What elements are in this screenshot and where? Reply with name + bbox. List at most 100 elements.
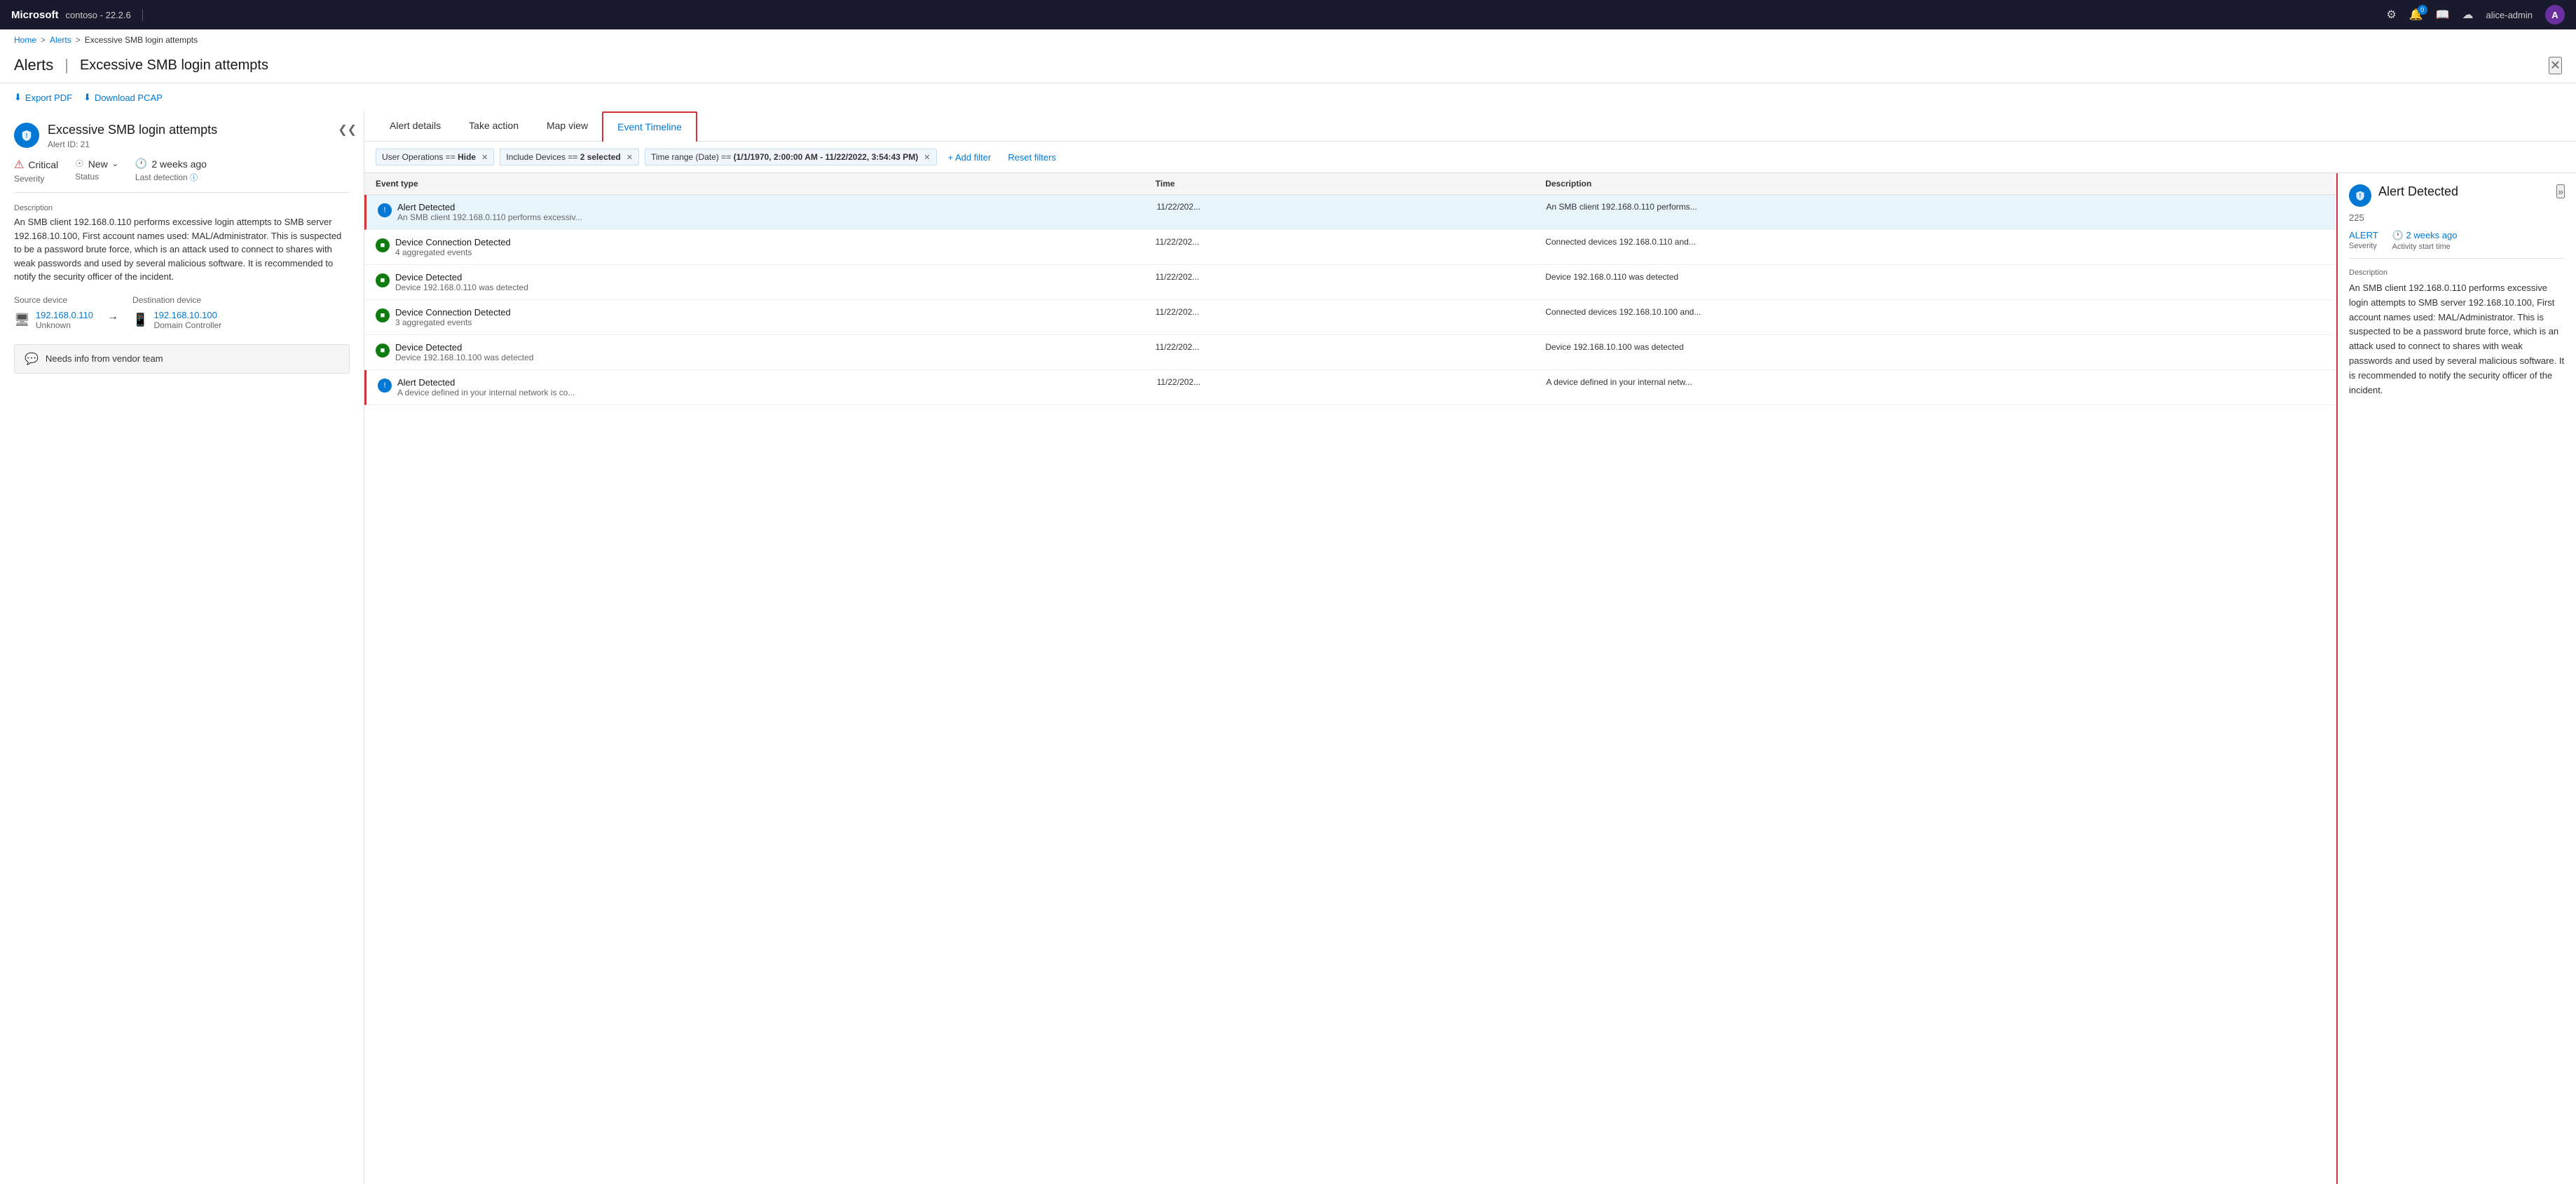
event-type-cell: ■ Device Connection Detected 4 aggregate… xyxy=(376,237,1156,257)
detail-panel: ! Alert Detected » 225 ALERT Severity xyxy=(2338,173,2576,1184)
topbar: Microsoft contoso - 22.2.6 ⚙ 🔔 0 📖 ☁ ali… xyxy=(0,0,2576,29)
dest-device-label: Destination device xyxy=(132,295,221,305)
detail-description-text: An SMB client 192.168.0.110 performs exc… xyxy=(2349,281,2565,397)
detail-severity-label: Severity xyxy=(2349,242,2378,250)
event-list: Event type Time Description ! Alert Dete… xyxy=(364,173,2338,1184)
event-time: 11/22/202... xyxy=(1156,237,1545,247)
username-label: alice-admin xyxy=(2486,10,2533,20)
event-desc: An SMB client 192.168.0.110 performs... xyxy=(1546,202,2325,212)
detail-time-label: Activity start time xyxy=(2392,243,2458,251)
event-type-sub: An SMB client 192.168.0.110 performs exc… xyxy=(397,212,582,222)
table-row[interactable]: ■ Device Connection Detected 4 aggregate… xyxy=(364,230,2336,265)
filter-user-ops-text: User Operations == Hide xyxy=(382,152,476,162)
dest-device-info: 📱 192.168.10.100 Domain Controller xyxy=(132,310,221,330)
left-panel: ❮❮ ! Excessive SMB login attempts Alert … xyxy=(0,111,364,1184)
main-content: ❮❮ ! Excessive SMB login attempts Alert … xyxy=(0,111,2576,1184)
notification-badge: 0 xyxy=(2418,5,2427,15)
filter-user-ops-close[interactable]: ✕ xyxy=(481,153,488,162)
event-type-info: Alert Detected An SMB client 192.168.0.1… xyxy=(397,202,582,222)
detection-item: 🕐 2 weeks ago Last detection ⓘ xyxy=(135,158,207,183)
filter-include-devices-close[interactable]: ✕ xyxy=(626,153,633,162)
collapse-button[interactable]: ❮❮ xyxy=(338,123,357,137)
detail-shield-icon: ! xyxy=(2349,184,2371,207)
brand: Microsoft contoso - 22.2.6 xyxy=(11,9,143,21)
detection-label: Last detection ⓘ xyxy=(135,172,207,183)
source-device-details: 192.168.0.110 Unknown xyxy=(36,310,93,330)
alert-header: ! Excessive SMB login attempts Alert ID:… xyxy=(14,123,350,149)
breadcrumb-home[interactable]: Home xyxy=(14,35,36,45)
table-row[interactable]: ! Alert Detected A device defined in you… xyxy=(364,370,2336,405)
shield-icon: ! xyxy=(378,203,392,217)
event-desc: Connected devices 192.168.10.100 and... xyxy=(1545,307,2325,317)
event-desc: Device 192.168.10.100 was detected xyxy=(1545,342,2325,352)
event-type-cell: ! Alert Detected An SMB client 192.168.0… xyxy=(378,202,1157,222)
source-device-label: Source device xyxy=(14,295,93,305)
event-table-container: Event type Time Description ! Alert Dete… xyxy=(364,173,2576,1184)
filter-time-range-close[interactable]: ✕ xyxy=(924,153,930,162)
description-section-label: Description xyxy=(14,204,350,212)
close-button[interactable]: ✕ xyxy=(2549,57,2562,74)
download-pcap-icon: ⬇ xyxy=(83,92,91,103)
description-text: An SMB client 192.168.0.110 performs exc… xyxy=(14,215,350,284)
severity-warning-icon: ⚠ xyxy=(14,158,24,172)
export-pdf-button[interactable]: ⬇ Export PDF xyxy=(14,89,72,106)
breadcrumb-alerts[interactable]: Alerts xyxy=(50,35,71,45)
detail-title-block: Alert Detected xyxy=(2378,184,2458,199)
col-event-type: Event type xyxy=(376,179,1156,189)
event-type-cell: ! Alert Detected A device defined in you… xyxy=(378,377,1157,397)
dest-device-ip[interactable]: 192.168.10.100 xyxy=(153,310,221,320)
source-device-info: 🖥 192.168.0.110 Unknown xyxy=(14,310,93,330)
description-section: Description An SMB client 192.168.0.110 … xyxy=(14,204,350,284)
tab-event-timeline[interactable]: Event Timeline xyxy=(602,111,697,142)
table-row[interactable]: ■ Device Detected Device 192.168.10.100 … xyxy=(364,335,2336,370)
toolbar: ⬇ Export PDF ⬇ Download PCAP xyxy=(0,83,2576,111)
severity-label: Severity xyxy=(14,174,58,184)
table-row[interactable]: ■ Device Detected Device 192.168.0.110 w… xyxy=(364,265,2336,300)
book-icon[interactable]: 📖 xyxy=(2436,8,2450,22)
source-device-block: Source device 🖥 192.168.0.110 Unknown xyxy=(14,295,93,330)
event-type-cell: ■ Device Detected Device 192.168.0.110 w… xyxy=(376,272,1156,292)
dest-device-block: Destination device 📱 192.168.10.100 Doma… xyxy=(132,295,221,330)
detail-time-value: 🕐 2 weeks ago xyxy=(2392,230,2458,241)
event-type-name: Device Detected xyxy=(395,342,533,353)
event-desc: Device 192.168.0.110 was detected xyxy=(1545,272,2325,282)
dest-device-icon: 📱 xyxy=(132,313,148,327)
add-filter-button[interactable]: + Add filter xyxy=(943,149,997,165)
source-device-type: Unknown xyxy=(36,320,93,330)
reset-filters-button[interactable]: Reset filters xyxy=(1002,149,1062,165)
chat-icon: 💬 xyxy=(25,352,39,366)
info-icon: ⓘ xyxy=(190,174,198,182)
page-subtitle: Excessive SMB login attempts xyxy=(80,57,268,74)
shield-icon: ! xyxy=(378,379,392,393)
download-pcap-button[interactable]: ⬇ Download PCAP xyxy=(83,89,163,106)
needs-info-label: Needs info from vendor team xyxy=(46,353,163,364)
status-chevron-icon[interactable]: ⌄ xyxy=(112,159,118,168)
alert-title-block: Excessive SMB login attempts Alert ID: 2… xyxy=(48,123,217,149)
filter-chip-include-devices: Include Devices == 2 selected ✕ xyxy=(500,149,639,165)
settings-icon[interactable]: ⚙ xyxy=(2386,8,2396,22)
event-type-name: Device Connection Detected xyxy=(395,237,511,247)
filter-chip-user-operations: User Operations == Hide ✕ xyxy=(376,149,494,165)
breadcrumb-sep2: > xyxy=(76,35,81,45)
user-avatar[interactable]: A xyxy=(2545,5,2565,25)
status-value: ☉ New ⌄ xyxy=(75,158,118,170)
svg-text:!: ! xyxy=(2359,192,2362,199)
source-device-ip[interactable]: 192.168.0.110 xyxy=(36,310,93,320)
page-header: Alerts | Excessive SMB login attempts ✕ xyxy=(0,50,2576,83)
detail-expand-button[interactable]: » xyxy=(2556,184,2565,198)
alert-meta: ⚠ Critical Severity ☉ New ⌄ Status 🕐 2 w… xyxy=(14,158,350,193)
table-row[interactable]: ! Alert Detected An SMB client 192.168.0… xyxy=(364,195,2336,230)
alert-title: Excessive SMB login attempts xyxy=(48,123,217,137)
severity-value: ⚠ Critical xyxy=(14,158,58,172)
table-row[interactable]: ■ Device Connection Detected 3 aggregate… xyxy=(364,300,2336,335)
tab-map-view[interactable]: Map view xyxy=(533,111,602,142)
detail-time-icon: 🕐 xyxy=(2392,230,2404,240)
tab-alert-details[interactable]: Alert details xyxy=(376,111,455,142)
cloud-icon[interactable]: ☁ xyxy=(2462,8,2474,22)
alert-shield-icon: ! xyxy=(14,123,39,148)
notifications-icon[interactable]: 🔔 0 xyxy=(2409,8,2423,22)
tab-take-action[interactable]: Take action xyxy=(455,111,533,142)
event-type-sub: 4 aggregated events xyxy=(395,247,511,257)
filter-bar: User Operations == Hide ✕ Include Device… xyxy=(364,142,2576,173)
severity-label-value: Critical xyxy=(28,159,58,170)
